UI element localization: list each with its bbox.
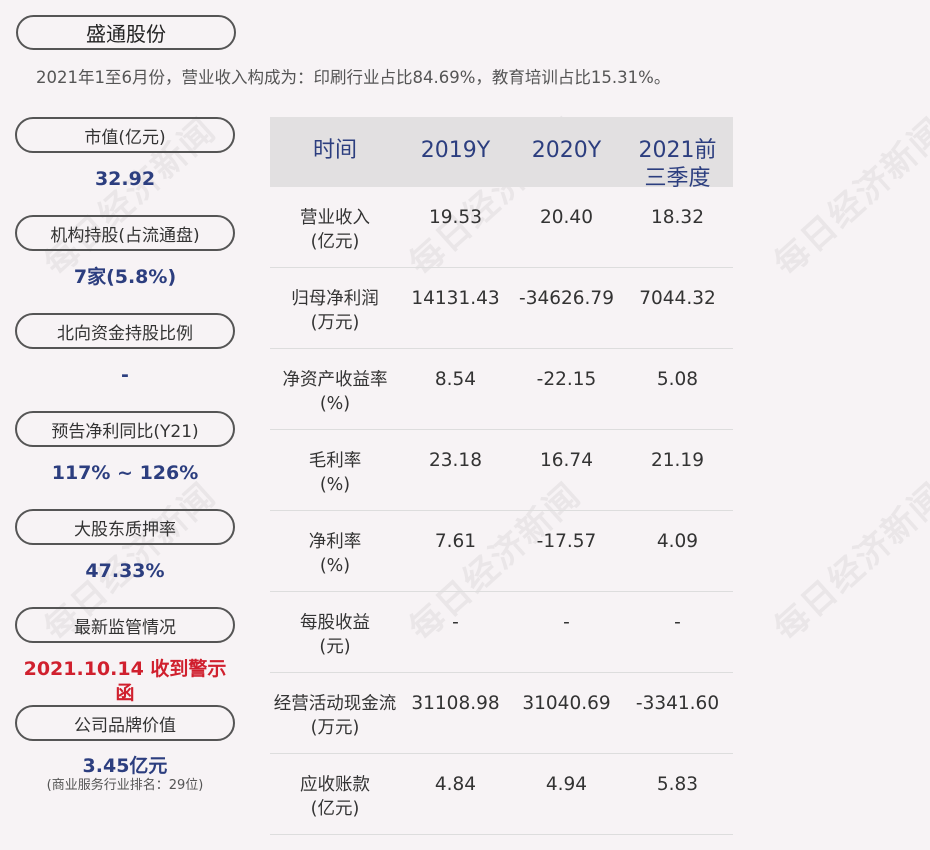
row-label: 营业收入 (亿元) — [300, 208, 370, 252]
row-label: 毛利率 (%) — [308, 451, 362, 495]
row-label: 每股收益 (元) — [300, 613, 370, 657]
metrics-panel: 市值(亿元) 32.92 机构持股(占流通盘) 7家(5.8%) 北向资金持股比例 - 预告… — [15, 117, 235, 803]
table-row: 每股收益 (元) - - - — [270, 592, 733, 673]
table-row: 净利率 (%) 7.61 -17.57 4.09 — [270, 511, 733, 592]
table-cell: 23.18 — [429, 450, 482, 471]
column-header: 2021前三季度 — [638, 138, 717, 191]
table-row: 归母净利润 (万元) 14131.43 -34626.79 7044.32 — [270, 268, 733, 349]
metric-block: 大股东质押率 47.33% — [15, 509, 235, 607]
metric-label: 大股东质押率 — [15, 509, 235, 545]
metric-value: 3.45亿元 — [82, 755, 168, 777]
metric-label: 机构持股(占流通盘) — [15, 215, 235, 251]
table-cell: 7.61 — [434, 531, 477, 552]
table-row: 应收账款 (亿元) 4.84 4.94 5.83 — [270, 754, 733, 835]
table-row: 经营活动现金流 (万元) 31108.98 31040.69 -3341.60 — [270, 673, 733, 754]
column-header: 2020Y — [531, 138, 602, 163]
metric-note: (商业服务行业排名：29位) — [46, 778, 204, 793]
table-cell: - — [452, 612, 459, 633]
table-cell: 18.32 — [651, 207, 704, 228]
column-header: 2019Y — [420, 138, 491, 163]
metric-value: 32.92 — [94, 168, 156, 190]
table-body: 营业收入 (亿元) 19.53 20.40 18.32 归母净利润 (万元) 14131.… — [270, 187, 733, 835]
metric-label: 预告净利同比(Y21) — [15, 411, 235, 447]
metric-value: 7家(5.8%) — [73, 266, 177, 288]
table-cell: 31040.69 — [522, 693, 611, 714]
row-label: 经营活动现金流 (万元) — [273, 694, 397, 738]
metric-value: 2021.10.14 收到警示函 — [23, 658, 227, 704]
metric-label: 最新监管情况 — [15, 607, 235, 643]
table-cell: 4.94 — [545, 774, 588, 795]
watermark: 每日经济新闻 — [766, 474, 930, 650]
table-row: 净资产收益率 (%) 8.54 -22.15 5.08 — [270, 349, 733, 430]
table-cell: 16.74 — [540, 450, 593, 471]
table-header: 时间 2019Y 2020Y 2021前三季度 — [270, 117, 733, 191]
row-label: 净资产收益率 (%) — [282, 370, 388, 414]
metric-value: - — [121, 364, 129, 386]
table-cell: 8.54 — [434, 369, 477, 390]
revenue-summary: 2021年1至6月份，营业收入构成为：印刷行业占比84.69%，教育培训占比15… — [36, 68, 671, 87]
company-name: 盛通股份 — [16, 15, 236, 50]
metric-value: 47.33% — [85, 560, 165, 582]
table-cell: 19.53 — [429, 207, 482, 228]
watermark: 每日经济新闻 — [766, 109, 930, 285]
table-cell: 14131.43 — [411, 288, 500, 309]
table-cell: -34626.79 — [519, 288, 614, 309]
table-cell: 4.84 — [434, 774, 477, 795]
table-cell: 20.40 — [540, 207, 593, 228]
metric-block: 市值(亿元) 32.92 — [15, 117, 235, 215]
table-cell: - — [674, 612, 681, 633]
table-row: 毛利率 (%) 23.18 16.74 21.19 — [270, 430, 733, 511]
row-label: 归母净利润 (万元) — [291, 289, 379, 333]
metric-block: 公司品牌价值 3.45亿元 (商业服务行业排名：29位) — [15, 705, 235, 803]
table-row: 营业收入 (亿元) 19.53 20.40 18.32 — [270, 187, 733, 268]
table-cell: -22.15 — [536, 369, 597, 390]
column-header: 时间 — [312, 138, 357, 163]
row-label: 净利率 (%) — [308, 532, 362, 576]
metric-block: 北向资金持股比例 - — [15, 313, 235, 411]
metric-label: 公司品牌价值 — [15, 705, 235, 741]
table-cell: - — [563, 612, 570, 633]
table-cell: 4.09 — [656, 531, 699, 552]
table-cell: 5.08 — [656, 369, 699, 390]
table-cell: 21.19 — [651, 450, 704, 471]
metric-label: 市值(亿元) — [15, 117, 235, 153]
financial-table: 时间 2019Y 2020Y 2021前三季度 营业收入 (亿元) 19.53 20.40… — [270, 117, 733, 835]
table-cell: -17.57 — [536, 531, 597, 552]
table-cell: 31108.98 — [411, 693, 500, 714]
table-cell: 5.83 — [656, 774, 699, 795]
table-cell: -3341.60 — [635, 693, 720, 714]
metric-block: 机构持股(占流通盘) 7家(5.8%) — [15, 215, 235, 313]
metric-block: 预告净利同比(Y21) 117% ~ 126% — [15, 411, 235, 509]
metric-label: 北向资金持股比例 — [15, 313, 235, 349]
metric-value: 117% ~ 126% — [51, 462, 199, 484]
row-label: 应收账款 (亿元) — [300, 775, 370, 819]
table-cell: 7044.32 — [639, 288, 716, 309]
metric-block: 最新监管情况 2021.10.14 收到警示函 — [15, 607, 235, 705]
